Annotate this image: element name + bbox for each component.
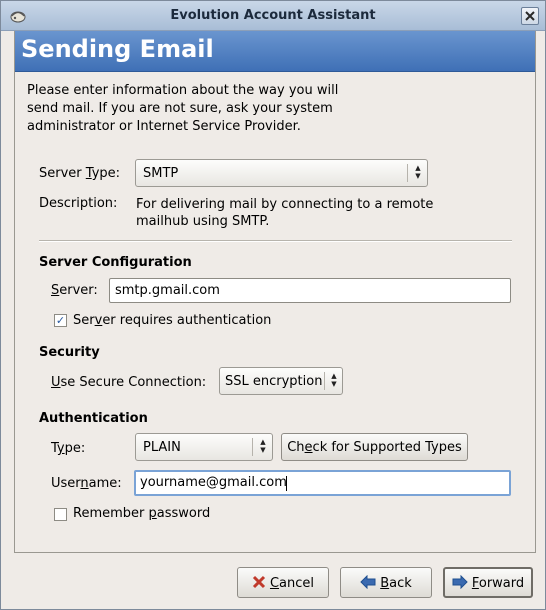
- username-input[interactable]: yourname@gmail.com: [134, 470, 511, 496]
- assistant-page: Sending Email Please enter information a…: [14, 31, 536, 553]
- page-header: Sending Email: [15, 31, 535, 72]
- title-bar[interactable]: Evolution Account Assistant: [1, 1, 545, 31]
- auth-type-select[interactable]: PLAIN ▲ ▼: [135, 433, 273, 461]
- server-value: smtp.gmail.com: [115, 283, 220, 298]
- text-cursor: [286, 476, 287, 491]
- authentication-heading: Authentication: [39, 411, 148, 426]
- secure-connection-value: SSL encryption: [225, 374, 323, 389]
- back-button[interactable]: Back: [340, 567, 432, 598]
- back-arrow-icon: [360, 574, 376, 590]
- divider: [39, 240, 512, 242]
- intro-text: Please enter information about the way y…: [27, 83, 339, 134]
- forward-arrow-icon: [452, 574, 468, 590]
- auth-type-label: Type:: [51, 441, 86, 456]
- requires-auth-checkbox[interactable]: ✓: [54, 314, 67, 327]
- server-configuration-heading: Server Configuration: [39, 255, 192, 270]
- remember-password-checkbox[interactable]: [54, 508, 67, 521]
- requires-auth-label[interactable]: Server requires authentication: [73, 313, 271, 328]
- remember-password-label[interactable]: Remember password: [73, 506, 210, 521]
- spin-arrows-icon: ▲ ▼: [331, 372, 337, 388]
- spin-arrows-icon: ▲ ▼: [260, 438, 266, 454]
- check-supported-types-button[interactable]: Check for Supported Types: [281, 433, 468, 461]
- close-icon: [525, 11, 535, 21]
- server-label: Server:: [51, 283, 98, 298]
- server-input[interactable]: smtp.gmail.com: [109, 278, 511, 303]
- server-type-value: SMTP: [143, 166, 179, 181]
- security-heading: Security: [39, 345, 100, 360]
- spin-arrows-icon: ▲ ▼: [415, 164, 421, 180]
- cancel-icon: [252, 575, 266, 589]
- assistant-window: Evolution Account Assistant Sending Emai…: [0, 0, 546, 610]
- secure-connection-select[interactable]: SSL encryption ▲ ▼: [219, 367, 343, 395]
- description-text: For delivering mail by connecting to a r…: [136, 197, 434, 229]
- cancel-button[interactable]: Cancel: [237, 567, 329, 598]
- username-label: Username:: [51, 476, 122, 491]
- description-label: Description:: [39, 196, 118, 211]
- auth-type-value: PLAIN: [143, 440, 181, 455]
- page-title: Sending Email: [21, 35, 214, 63]
- window-title: Evolution Account Assistant: [170, 8, 376, 23]
- server-type-label: Server Type:: [39, 166, 121, 181]
- username-value: yourname@gmail.com: [140, 475, 287, 490]
- server-type-select[interactable]: SMTP ▲ ▼: [135, 159, 428, 187]
- close-window-button[interactable]: [521, 7, 539, 25]
- secure-connection-label: Use Secure Connection:: [51, 375, 207, 390]
- forward-button[interactable]: Forward: [443, 567, 533, 598]
- check-supported-types-label: Check for Supported Types: [287, 440, 462, 455]
